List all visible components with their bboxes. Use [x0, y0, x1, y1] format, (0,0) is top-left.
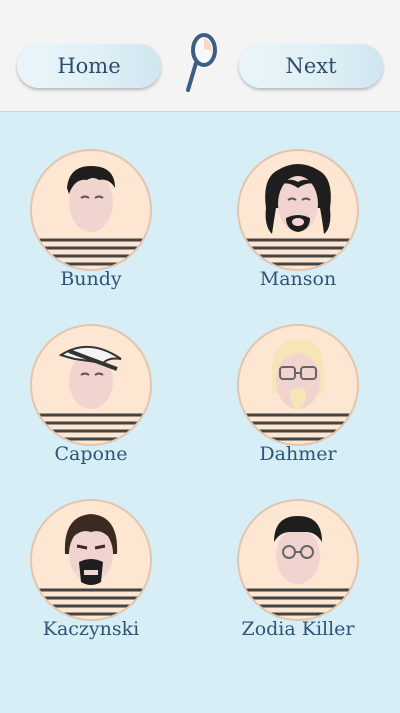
dahmer-portrait-icon — [237, 324, 359, 446]
suspect-name: Zodia Killer — [241, 618, 355, 640]
next-button[interactable]: Next — [239, 44, 383, 88]
suspect-card-zodia-killer[interactable]: Zodia Killer — [218, 498, 378, 658]
suspect-card-dahmer[interactable]: Dahmer — [218, 323, 378, 483]
suspect-name: Bundy — [60, 268, 122, 290]
zodia-killer-portrait-icon — [237, 499, 359, 621]
home-button[interactable]: Home — [17, 44, 161, 88]
suspect-card-capone[interactable]: Capone — [11, 323, 171, 483]
bundy-portrait-icon — [30, 149, 152, 271]
top-bar: Home Next — [0, 0, 400, 112]
suspect-card-kaczynski[interactable]: Kaczynski — [11, 498, 171, 658]
suspect-card-manson[interactable]: Manson — [218, 148, 378, 308]
suspect-card-bundy[interactable]: Bundy — [11, 148, 171, 308]
kaczynski-portrait-icon — [30, 499, 152, 621]
suspect-name: Kaczynski — [42, 618, 140, 640]
suspect-grid: Bundy Manson Capone Dahmer Kaczynski Zod… — [0, 112, 400, 713]
suspect-name: Capone — [54, 443, 128, 465]
capone-portrait-icon — [30, 324, 152, 446]
suspect-name: Dahmer — [259, 443, 337, 465]
magnifier-logo-icon — [186, 33, 217, 92]
manson-portrait-icon — [237, 149, 359, 271]
suspect-name: Manson — [259, 268, 337, 290]
